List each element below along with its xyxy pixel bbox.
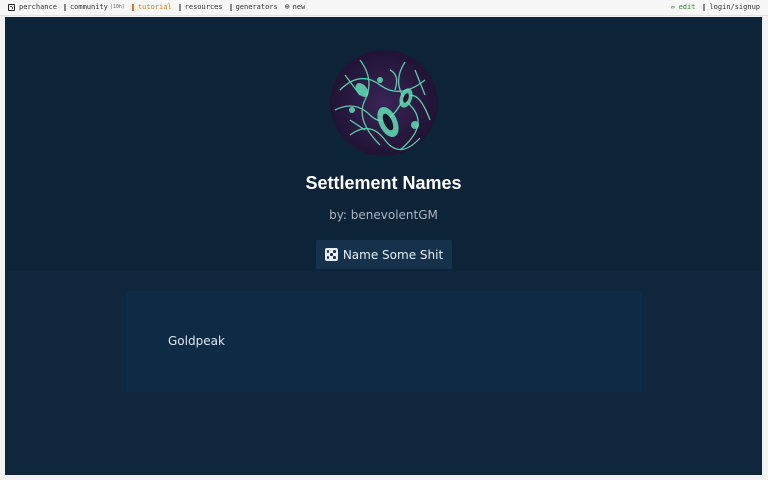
nav-community-label: community bbox=[69, 3, 108, 11]
nav-edit[interactable]: ✏ edit bbox=[670, 2, 696, 12]
dice-icon bbox=[8, 3, 15, 11]
plus-circle-icon: ⊕ bbox=[284, 2, 290, 11]
pencil-icon: ✏ bbox=[670, 2, 676, 11]
generate-button-label: Name Some Shit bbox=[342, 247, 444, 262]
nav-perchance-label: perchance bbox=[19, 3, 57, 11]
nav-new[interactable]: ⊕ new bbox=[284, 2, 306, 12]
generator-title: Settlement Names bbox=[305, 173, 462, 193]
nav-login[interactable]: login/signup bbox=[703, 3, 760, 11]
book-icon bbox=[131, 3, 134, 11]
generator-author: by: benevolentGM bbox=[329, 208, 438, 222]
nav-community-note: (10h) bbox=[109, 4, 125, 10]
nav-right-group: ✏ edit login/signup bbox=[663, 2, 760, 12]
dice-icon bbox=[324, 248, 338, 261]
chat-icon bbox=[63, 3, 66, 11]
nav-generators[interactable]: generators bbox=[229, 3, 278, 11]
generator-avatar bbox=[330, 50, 438, 156]
nav-resources[interactable]: resources bbox=[178, 3, 223, 11]
user-icon bbox=[703, 3, 706, 11]
nav-edit-label: edit bbox=[678, 3, 696, 11]
avatar-artwork bbox=[330, 50, 438, 156]
book-icon bbox=[178, 3, 181, 11]
nav-community[interactable]: community (10h) bbox=[63, 3, 125, 11]
nav-generators-label: generators bbox=[235, 3, 278, 11]
grid-icon bbox=[229, 3, 232, 11]
generate-button[interactable]: Name Some Shit bbox=[316, 240, 452, 269]
nav-tutorial[interactable]: tutorial bbox=[131, 3, 172, 11]
output-box: Goldpeak bbox=[126, 291, 642, 392]
top-nav-bar: perchance community (10h) tutorial resou… bbox=[0, 0, 768, 16]
nav-login-label: login/signup bbox=[709, 3, 760, 11]
nav-resources-label: resources bbox=[184, 3, 223, 11]
generator-panel: Settlement Names by: benevolentGM Name S… bbox=[5, 17, 762, 475]
generated-name: Goldpeak bbox=[168, 334, 225, 348]
generator-header: Settlement Names by: benevolentGM Name S… bbox=[5, 17, 762, 271]
nav-tutorial-label: tutorial bbox=[137, 3, 172, 11]
nav-perchance[interactable]: perchance bbox=[8, 3, 57, 11]
nav-new-label: new bbox=[292, 3, 306, 11]
nav-left-group: perchance community (10h) tutorial resou… bbox=[8, 3, 312, 11]
